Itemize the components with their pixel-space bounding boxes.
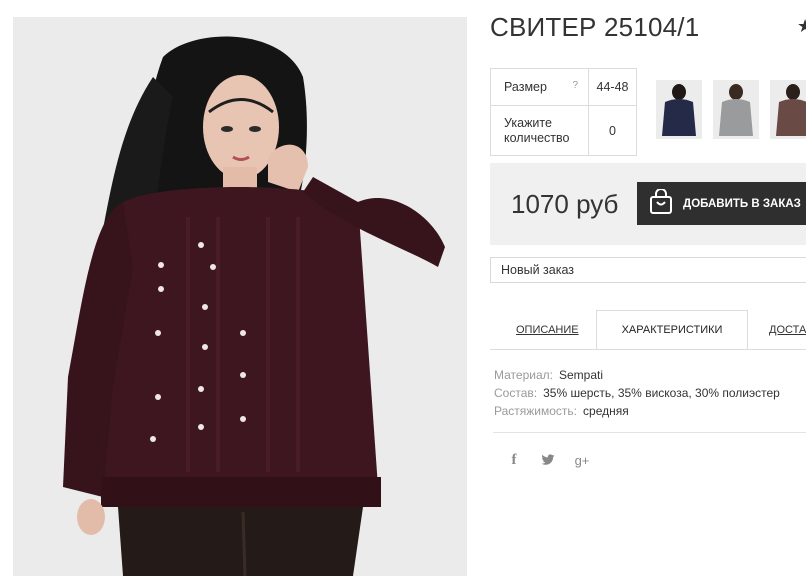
size-row: Размер ? 44-48 [490, 68, 637, 106]
tab-characteristics[interactable]: ХАРАКТЕРИСТИКИ [596, 310, 748, 350]
product-photo[interactable] [13, 17, 467, 576]
characteristic-key: Материал: [494, 368, 553, 382]
quantity-row: Укажите количество 0 [490, 105, 637, 156]
model-illustration [13, 17, 467, 576]
google-plus-icon[interactable]: g+ [573, 453, 591, 468]
characteristic-key: Растяжимость: [494, 404, 578, 418]
quantity-label-line1: Укажите [504, 115, 552, 130]
star-icon[interactable]: ★ [797, 16, 806, 37]
characteristic-value: Sempati [558, 368, 603, 382]
size-label-cell: Размер ? [490, 68, 589, 106]
color-thumbnails [656, 80, 806, 139]
thumb-burgundy[interactable] [656, 80, 702, 139]
tabs-underline [490, 349, 806, 350]
order-select[interactable]: Новый заказ [490, 257, 806, 283]
add-to-cart-button[interactable]: ДОБАВИТЬ В ЗАКАЗ [637, 182, 806, 225]
size-label: Размер [504, 80, 547, 94]
quantity-input[interactable]: 0 [588, 105, 637, 156]
options-table: Размер ? 44-48 Укажите количество 0 [490, 68, 637, 156]
characteristic-row: Состав: 35% шерсть, 35% вискоза, 30% поли… [494, 384, 780, 402]
social-share: f g+ [505, 452, 591, 469]
product-tabs: ОПИСАНИЕ ХАРАКТЕРИСТИКИ ДОСТАВКА [490, 310, 806, 350]
help-icon[interactable]: ? [572, 80, 578, 91]
add-to-cart-label: ДОБАВИТЬ В ЗАКАЗ [683, 197, 801, 210]
characteristics-list: Материал: Sempati Состав: 35% шерсть, 35% … [494, 366, 780, 420]
tab-delivery[interactable]: ДОСТАВКА [769, 310, 806, 350]
characteristic-row: Растяжимость: средняя [494, 402, 780, 420]
quantity-label-line2: количество [504, 130, 570, 145]
thumb-grey[interactable] [713, 80, 759, 139]
characteristic-key: Состав: [494, 386, 538, 400]
quantity-label-cell: Укажите количество [490, 105, 589, 156]
thumb-brown[interactable] [770, 80, 806, 139]
price: 1070 руб [511, 189, 619, 219]
buy-box: 1070 руб ДОБАВИТЬ В ЗАКАЗ [490, 163, 806, 245]
characteristic-value: 35% шерсть, 35% вискоза, 30% полиэстер [543, 386, 780, 400]
tab-description[interactable]: ОПИСАНИЕ [516, 310, 579, 350]
product-title: СВИТЕР 25104/1 [490, 12, 700, 42]
characteristic-row: Материал: Sempati [494, 366, 780, 384]
size-value[interactable]: 44-48 [588, 68, 637, 106]
characteristic-value: средняя [583, 404, 629, 418]
divider [493, 432, 806, 433]
twitter-icon[interactable] [539, 453, 557, 469]
shopping-bag-icon [649, 188, 673, 218]
facebook-icon[interactable]: f [505, 452, 523, 469]
